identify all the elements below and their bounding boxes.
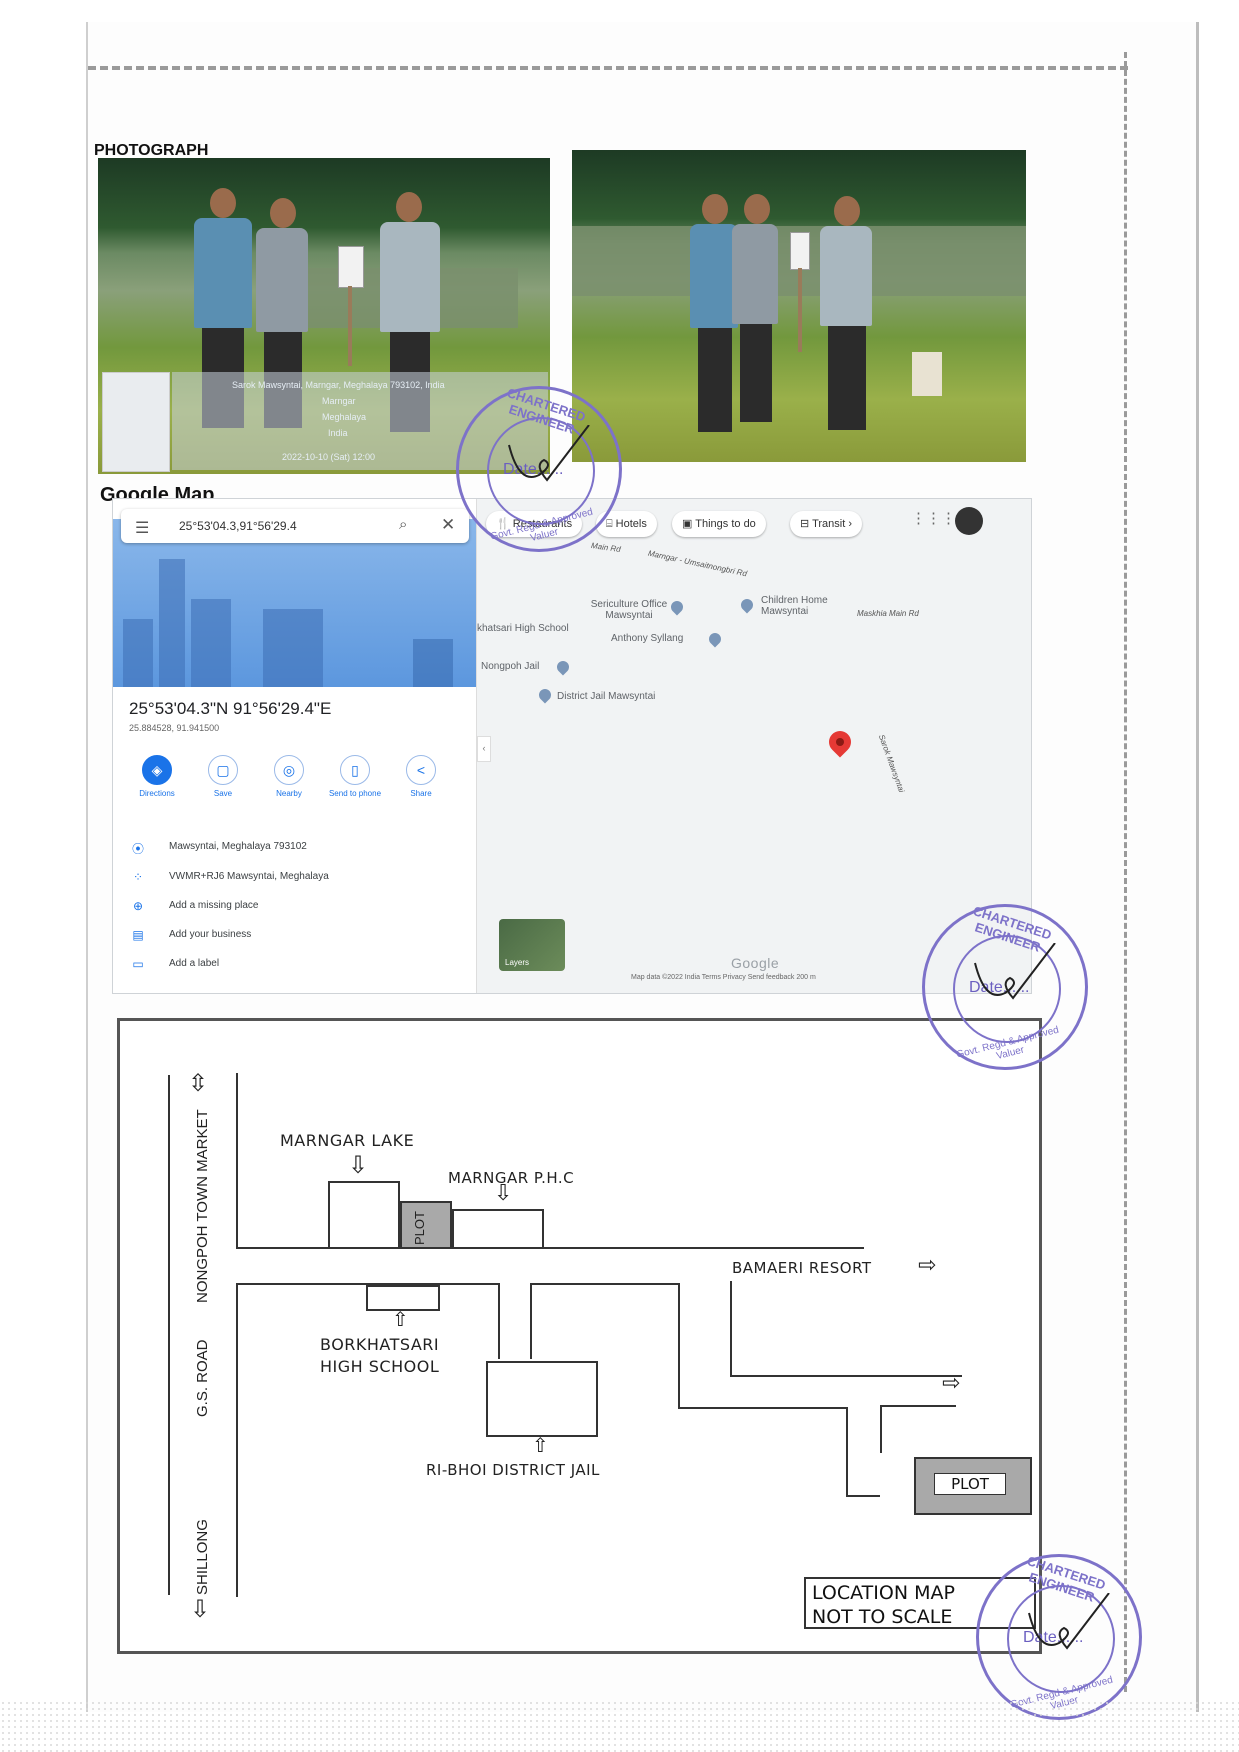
marngar-lake-label: MARNGAR LAKE bbox=[280, 1131, 415, 1150]
poi-marker-icon[interactable] bbox=[706, 630, 724, 648]
gs-road-label: G.S. ROAD bbox=[194, 1339, 211, 1417]
menu-icon[interactable]: ☰ bbox=[135, 518, 149, 538]
layers-button[interactable]: Layers bbox=[499, 919, 565, 971]
poi-marker-icon[interactable] bbox=[738, 596, 756, 614]
camera-icon: ▣ bbox=[682, 518, 696, 530]
google-map-screenshot: ☰ 25°53'04.3,91°56'29.4 ⌕ ✕ 25°53'04.3"N… bbox=[112, 498, 1032, 994]
collapse-panel-button[interactable]: ‹ bbox=[477, 736, 491, 762]
directions-button[interactable]: ◈ Directions bbox=[127, 755, 187, 798]
layers-label: Layers bbox=[505, 958, 530, 967]
high-school-label: HIGH SCHOOL bbox=[320, 1357, 440, 1376]
geotag-line: Meghalaya bbox=[322, 412, 367, 422]
add-place-icon: ⊕ bbox=[132, 899, 144, 913]
transit-icon: ⊟ bbox=[800, 518, 813, 530]
bookmark-icon: ▢ bbox=[208, 755, 238, 785]
road-label: Sarok Mawsyntai bbox=[876, 733, 907, 794]
arrow-up-down-icon: ⇳ bbox=[188, 1069, 209, 1097]
share-button[interactable]: < Share bbox=[391, 755, 451, 798]
road-label: Maskhia Main Rd bbox=[857, 609, 919, 618]
engineer-stamp: CHARTERED ENGINEER Date...... Govt. Regd… bbox=[922, 903, 1088, 1070]
poi-label[interactable]: Anthony Syllang bbox=[611, 633, 683, 644]
arrow-right-icon: ⇨ bbox=[942, 1371, 961, 1396]
place-decimal-coordinates: 25.884528, 91.941500 bbox=[129, 723, 220, 733]
search-input[interactable]: 25°53'04.3,91°56'29.4 bbox=[179, 519, 297, 533]
account-avatar[interactable] bbox=[955, 507, 983, 535]
geotag-line: 2022-10-10 (Sat) 12:00 bbox=[282, 452, 376, 462]
arrow-down-icon: ⇩ bbox=[190, 1595, 211, 1623]
road-label: Main Rd bbox=[590, 540, 622, 555]
signature-mark bbox=[1028, 1593, 1110, 1650]
poi-label[interactable]: khatsari High School bbox=[477, 623, 569, 634]
send-to-phone-button[interactable]: ▯ Send to phone bbox=[325, 755, 385, 798]
poi-label[interactable]: District Jail Mawsyntai bbox=[557, 691, 655, 702]
hotel-icon: ⌸ bbox=[606, 518, 616, 530]
site-photo-2 bbox=[572, 150, 1026, 462]
location-pin-icon: ⦿ bbox=[131, 842, 144, 856]
nongpoh-town-market-label: NONGPOH TOWN MARKET bbox=[194, 1109, 211, 1303]
poi-marker-icon[interactable] bbox=[554, 658, 572, 676]
chip-transit[interactable]: ⊟ Transit › bbox=[790, 511, 863, 537]
search-box[interactable]: ☰ 25°53'04.3,91°56'29.4 ⌕ ✕ bbox=[121, 509, 469, 543]
directions-icon: ◈ bbox=[142, 755, 172, 785]
signboard-pole bbox=[798, 268, 802, 352]
photo-mini-map bbox=[102, 372, 170, 472]
bamaeri-resort-label: BAMAERI RESORT bbox=[732, 1259, 872, 1277]
arrow-down-icon: ⇩ bbox=[494, 1181, 513, 1206]
scan-artifact-strip bbox=[0, 1700, 1239, 1752]
poi-label[interactable]: Children Home Mawsyntai bbox=[761, 595, 861, 617]
google-logo: Google bbox=[731, 955, 780, 971]
plot-vertical-label: PLOT bbox=[412, 1211, 427, 1245]
engineer-stamp: CHARTERED ENGINEER Date...... Govt. Regd… bbox=[976, 1553, 1142, 1720]
place-hero-image bbox=[113, 519, 476, 687]
place-sidebar: ☰ 25°53'04.3,91°56'29.4 ⌕ ✕ 25°53'04.3"N… bbox=[113, 499, 477, 993]
close-icon[interactable]: ✕ bbox=[441, 515, 455, 535]
action-buttons: ◈ Directions ▢ Save ◎ Nearby ▯ Send to phone… bbox=[127, 755, 467, 815]
plus-code-icon: ⁘ bbox=[132, 870, 144, 884]
arrow-down-icon: ⇩ bbox=[348, 1151, 369, 1179]
signature-mark bbox=[508, 425, 590, 482]
geotag-line: India bbox=[328, 428, 348, 438]
map-attribution: Map data ©2022 India Terms Privacy Send … bbox=[631, 974, 816, 981]
signboard bbox=[790, 232, 810, 270]
geotag-line: Sarok Mawsyntai, Marngar, Meghalaya 7931… bbox=[232, 380, 445, 390]
nearby-button[interactable]: ◎ Nearby bbox=[259, 755, 319, 798]
chevron-right-icon: › bbox=[845, 518, 853, 530]
phone-icon: ▯ bbox=[340, 755, 370, 785]
wooden-stakes bbox=[912, 352, 942, 396]
location-pin-dot bbox=[836, 738, 844, 746]
arrow-right-icon: ⇨ bbox=[918, 1253, 937, 1278]
nearby-icon: ◎ bbox=[274, 755, 304, 785]
poi-marker-icon[interactable] bbox=[536, 686, 554, 704]
road-label: Marngar - Umsaitnongbri Rd bbox=[647, 548, 748, 579]
signature-mark bbox=[974, 943, 1056, 1000]
borkhatsari-label: BORKHATSARI bbox=[320, 1335, 440, 1354]
page-frame-top bbox=[88, 66, 1128, 70]
page-frame-right bbox=[1124, 52, 1127, 1692]
arrow-up-icon: ⇧ bbox=[532, 1433, 549, 1457]
engineer-stamp: CHARTERED ENGINEER Date...... Govt. Regd… bbox=[456, 385, 622, 552]
apps-grid-icon[interactable]: ⋮⋮⋮ bbox=[911, 509, 956, 527]
location-map-sketch: NONGPOH TOWN MARKET G.S. ROAD SHILLONG ⇳… bbox=[117, 1018, 1042, 1654]
plot-label: PLOT bbox=[934, 1473, 1006, 1495]
district-jail-box bbox=[486, 1361, 598, 1437]
district-jail-label: RI-BHOI DISTRICT JAIL bbox=[426, 1461, 600, 1479]
place-coordinates: 25°53'04.3"N 91°56'29.4"E bbox=[129, 699, 332, 718]
signboard-pole bbox=[348, 286, 352, 366]
business-icon: ▤ bbox=[132, 928, 144, 942]
shillong-label: SHILLONG bbox=[194, 1519, 211, 1595]
geotag-line: Marngar bbox=[322, 396, 356, 406]
signboard bbox=[338, 246, 364, 288]
poi-label[interactable]: Nongpoh Jail bbox=[481, 661, 539, 672]
chip-things-to-do[interactable]: ▣ Things to do bbox=[672, 511, 766, 537]
marngar-lake-box bbox=[328, 1181, 400, 1249]
label-icon: ▭ bbox=[132, 957, 144, 971]
search-icon[interactable]: ⌕ bbox=[399, 516, 407, 533]
marngar-phc-box bbox=[452, 1209, 544, 1249]
arrow-up-icon: ⇧ bbox=[392, 1307, 409, 1331]
save-button[interactable]: ▢ Save bbox=[193, 755, 253, 798]
share-icon: < bbox=[406, 755, 436, 785]
